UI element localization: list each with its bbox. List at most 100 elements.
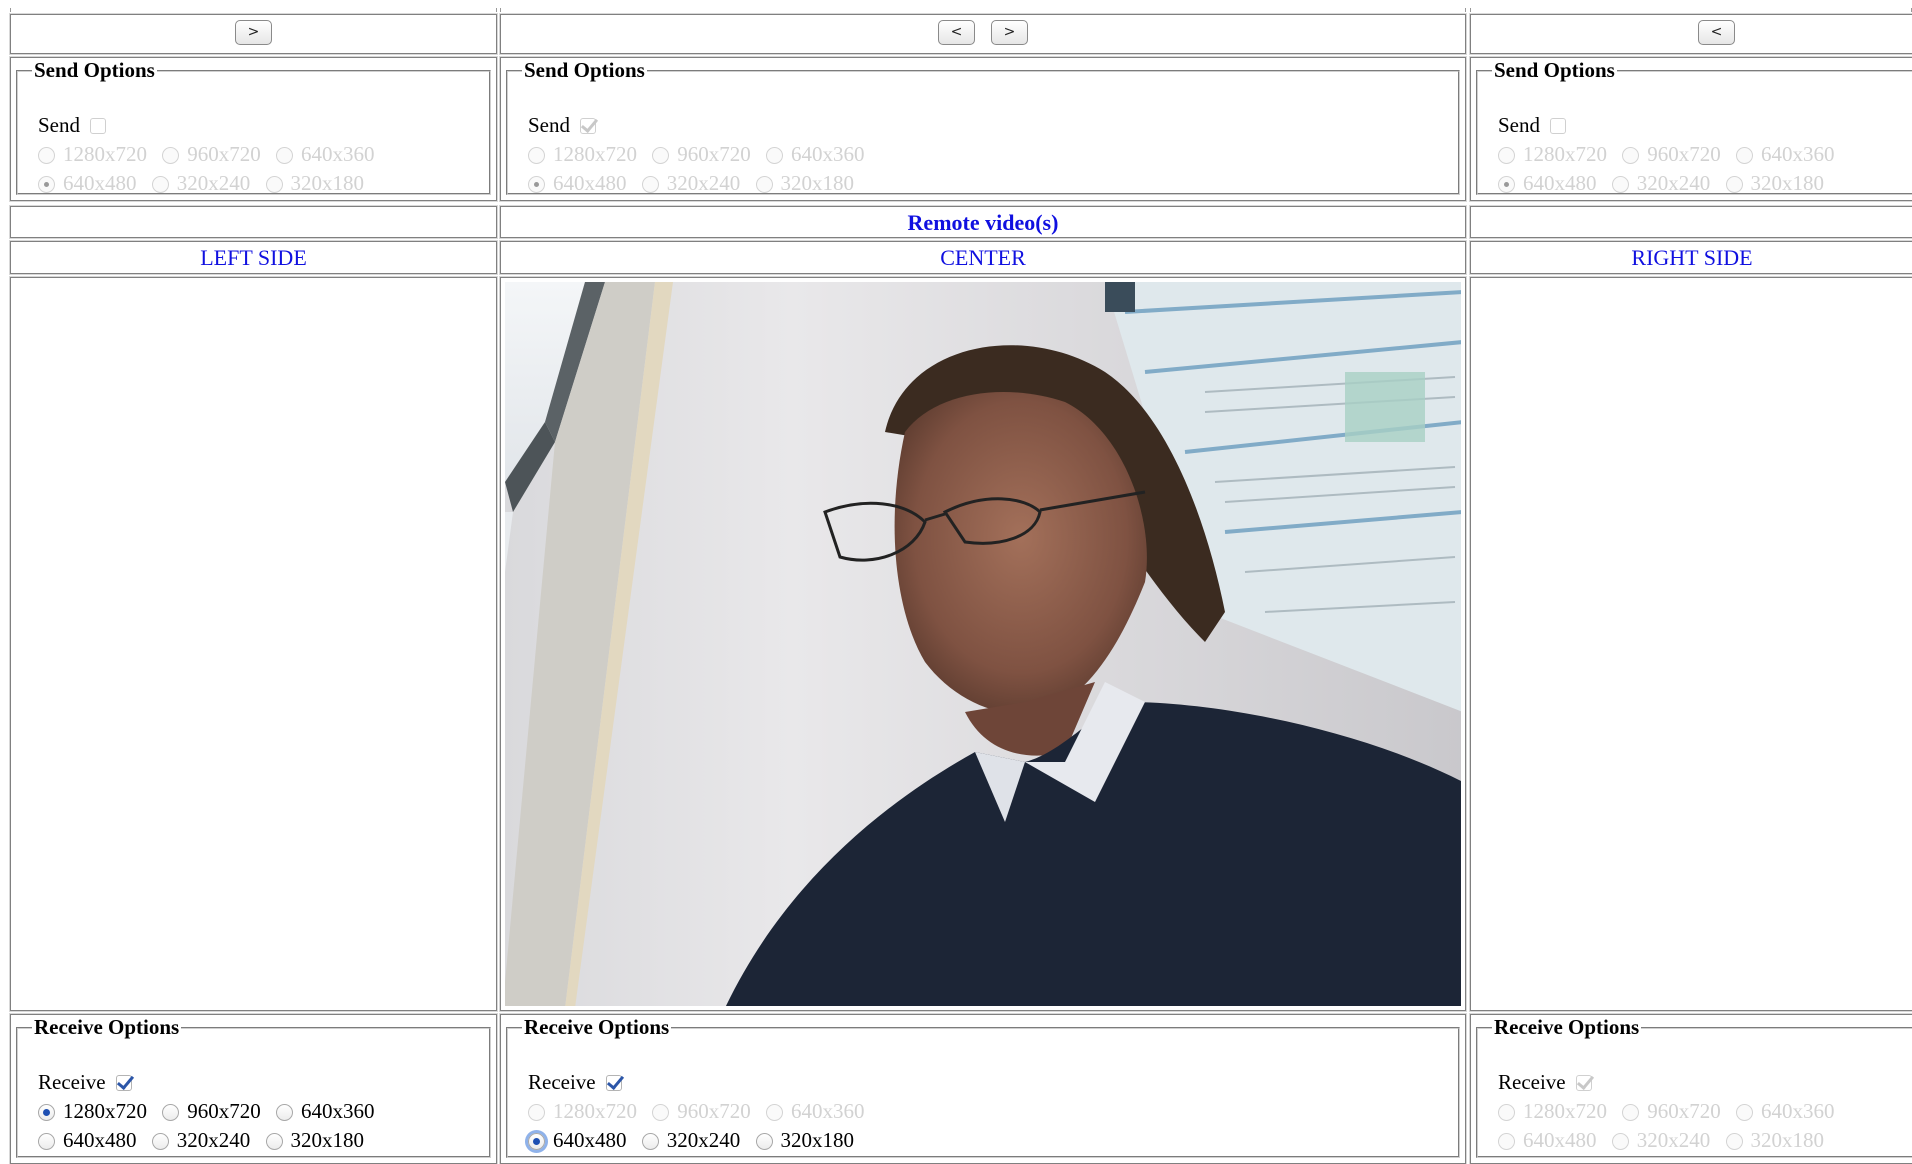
radio-label: 640x360 xyxy=(1761,1099,1835,1123)
receive-radio-640x360[interactable] xyxy=(276,1104,293,1121)
video-row xyxy=(0,277,1912,1011)
send-options-legend: Send Options xyxy=(524,58,645,82)
radio-label: 640x480 xyxy=(1523,1128,1597,1152)
receive-label: Receive xyxy=(38,1070,106,1094)
send-radio-640x480[interactable] xyxy=(1498,176,1515,193)
receive-label: Receive xyxy=(528,1070,596,1094)
send-options-fieldset: Send Options Send 1280x720 960x720 640x3… xyxy=(506,58,1460,195)
send-radio-1280x720[interactable] xyxy=(528,147,545,164)
empty-cell xyxy=(10,206,497,238)
radio-label: 1280x720 xyxy=(553,142,637,166)
receive-radio-640x480[interactable] xyxy=(1498,1133,1515,1150)
radio-label: 640x480 xyxy=(63,171,137,195)
receive-radio-320x180[interactable] xyxy=(1725,1133,1743,1150)
radio-label: 320x180 xyxy=(780,171,855,195)
remote-title-row: Remote video(s) xyxy=(0,206,1912,238)
radio-label: 640x480 xyxy=(553,1128,627,1152)
receive-options-cell-center: Receive Options Receive 1280x720 960x720… xyxy=(500,1014,1466,1164)
radio-label: 320x240 xyxy=(176,1128,251,1152)
send-radio-640x360[interactable] xyxy=(1736,147,1753,164)
receive-radio-320x240[interactable] xyxy=(1611,1133,1629,1150)
receive-checkbox[interactable] xyxy=(115,1075,132,1091)
move-left-button[interactable]: < xyxy=(938,20,975,45)
move-right-button[interactable]: > xyxy=(991,20,1028,45)
radio-label: 640x480 xyxy=(553,171,627,195)
receive-radio-960x720[interactable] xyxy=(162,1104,180,1121)
receive-radio-960x720[interactable] xyxy=(1622,1104,1640,1121)
nav-cell-right: < xyxy=(1470,14,1912,54)
send-options-cell-left: Send Options Send 1280x720 960x720 640x3… xyxy=(10,57,497,201)
remote-video-frame xyxy=(505,282,1461,1006)
radio-label: 320x180 xyxy=(1750,1128,1825,1152)
move-left-button[interactable]: < xyxy=(1698,20,1735,45)
receive-options-row: Receive Options Receive 1280x720 960x720… xyxy=(0,1014,1912,1164)
radio-label: 960x720 xyxy=(1647,1099,1721,1123)
receive-options-fieldset: Receive Options Receive 1280x720 960x720… xyxy=(1476,1015,1912,1158)
receive-radio-1280x720[interactable] xyxy=(1498,1104,1515,1121)
send-radio-640x360[interactable] xyxy=(766,147,783,164)
send-options-legend: Send Options xyxy=(1494,58,1615,82)
send-radio-960x720[interactable] xyxy=(162,147,180,164)
send-label: Send xyxy=(528,113,570,137)
radio-label: 320x240 xyxy=(666,171,741,195)
send-checkbox[interactable] xyxy=(90,118,106,134)
receive-checkbox[interactable] xyxy=(605,1075,622,1091)
send-radio-320x240[interactable] xyxy=(151,176,169,193)
send-radio-960x720[interactable] xyxy=(1622,147,1640,164)
receive-radio-960x720[interactable] xyxy=(652,1104,670,1121)
send-checkbox[interactable] xyxy=(1550,118,1566,134)
radio-label: 640x480 xyxy=(63,1128,137,1152)
receive-radio-320x240[interactable] xyxy=(151,1133,169,1150)
receive-options-legend: Receive Options xyxy=(524,1015,670,1039)
send-radio-640x480[interactable] xyxy=(38,176,55,193)
send-label: Send xyxy=(1498,113,1540,137)
remote-title-cell: Remote video(s) xyxy=(500,206,1466,238)
receive-radio-1280x720[interactable] xyxy=(528,1104,545,1121)
receive-radio-320x180[interactable] xyxy=(755,1133,773,1150)
receive-radio-640x360[interactable] xyxy=(766,1104,783,1121)
move-right-button[interactable]: > xyxy=(235,20,272,45)
send-radio-320x240[interactable] xyxy=(641,176,659,193)
receive-options-legend: Receive Options xyxy=(1494,1015,1640,1039)
nav-cell-center: < > xyxy=(500,14,1466,54)
radio-label: 640x360 xyxy=(791,1099,865,1123)
send-checkbox[interactable] xyxy=(580,118,596,134)
send-radio-320x180[interactable] xyxy=(1725,176,1743,193)
send-options-cell-right: Send Options Send 1280x720 960x720 640x3… xyxy=(1470,57,1912,201)
nav-row: > < > < xyxy=(0,14,1912,54)
receive-radio-640x480[interactable] xyxy=(528,1133,545,1150)
right-side-header: RIGHT SIDE xyxy=(1631,245,1753,270)
send-radio-640x360[interactable] xyxy=(276,147,293,164)
send-radio-1280x720[interactable] xyxy=(1498,147,1515,164)
send-radio-320x240[interactable] xyxy=(1611,176,1629,193)
receive-checkbox[interactable] xyxy=(1575,1075,1592,1091)
radio-label: 960x720 xyxy=(1647,142,1721,166)
radio-label: 320x240 xyxy=(1636,1128,1711,1152)
radio-label: 320x180 xyxy=(290,171,365,195)
receive-radio-1280x720[interactable] xyxy=(38,1104,55,1121)
radio-label: 960x720 xyxy=(187,142,261,166)
right-video-cell xyxy=(1470,277,1912,1011)
receive-radio-320x240[interactable] xyxy=(641,1133,659,1150)
radio-label: 320x240 xyxy=(1636,171,1711,195)
radio-label: 1280x720 xyxy=(63,142,147,166)
radio-label: 320x180 xyxy=(1750,171,1825,195)
send-radio-1280x720[interactable] xyxy=(38,147,55,164)
send-radio-320x180[interactable] xyxy=(265,176,283,193)
send-radio-640x480[interactable] xyxy=(528,176,545,193)
empty-cell xyxy=(1470,206,1912,238)
right-header-cell: RIGHT SIDE xyxy=(1470,241,1912,274)
send-radio-960x720[interactable] xyxy=(652,147,670,164)
radio-label: 320x240 xyxy=(666,1128,741,1152)
receive-radio-640x480[interactable] xyxy=(38,1133,55,1150)
side-headers-row: LEFT SIDE CENTER RIGHT SIDE xyxy=(0,241,1912,274)
remote-video[interactable] xyxy=(505,282,1461,1006)
receive-radio-320x180[interactable] xyxy=(265,1133,283,1150)
radio-label: 1280x720 xyxy=(553,1099,637,1123)
send-radio-320x180[interactable] xyxy=(755,176,773,193)
radio-label: 1280x720 xyxy=(1523,1099,1607,1123)
radio-label: 960x720 xyxy=(187,1099,261,1123)
receive-radio-640x360[interactable] xyxy=(1736,1104,1753,1121)
send-options-legend: Send Options xyxy=(34,58,155,82)
receive-options-cell-left: Receive Options Receive 1280x720 960x720… xyxy=(10,1014,497,1164)
